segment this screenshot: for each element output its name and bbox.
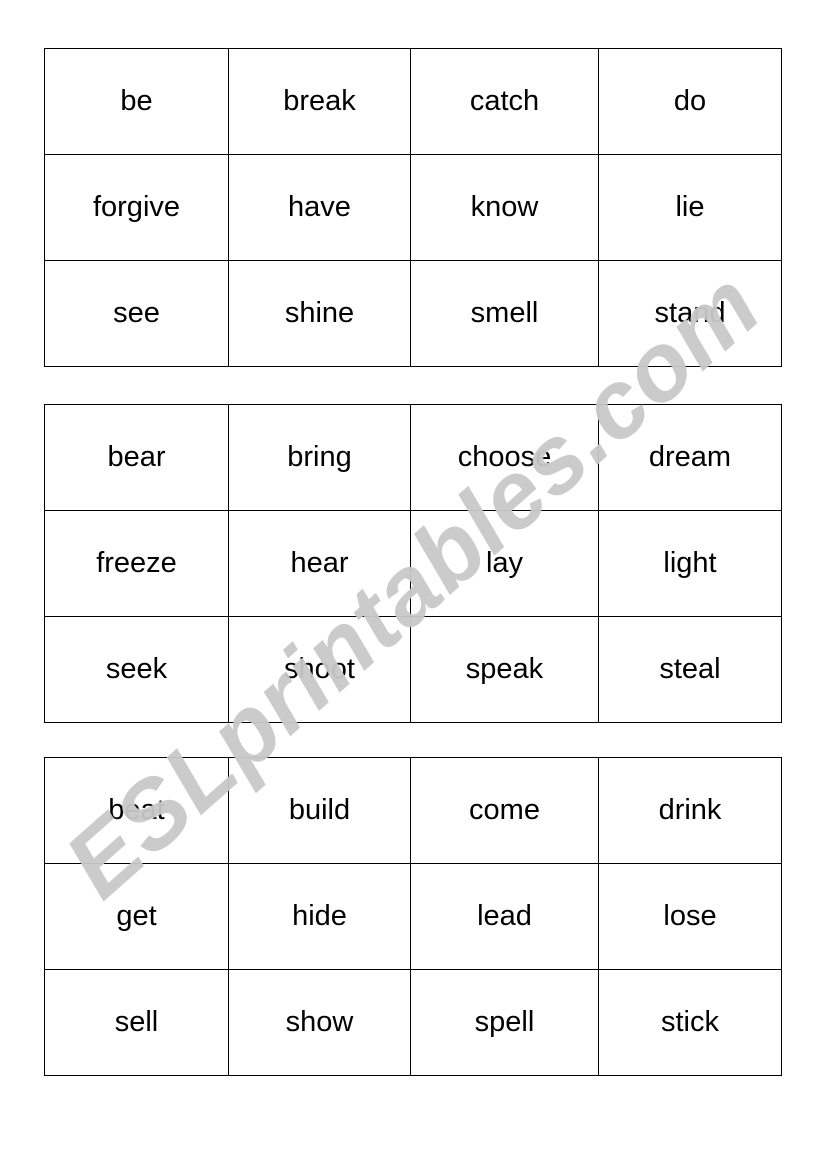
- verb-label: seek: [105, 652, 168, 685]
- verb-label: hear: [290, 546, 349, 579]
- verb-card[interactable]: light: [598, 510, 782, 617]
- verb-card[interactable]: spell: [410, 969, 599, 1076]
- verb-card[interactable]: stick: [598, 969, 782, 1076]
- verb-card[interactable]: choose: [410, 404, 599, 511]
- table-row: see shine smell stand: [44, 260, 782, 367]
- verb-label: stand: [654, 296, 726, 329]
- verb-label: freeze: [96, 546, 177, 579]
- verb-label: do: [673, 84, 707, 117]
- verb-card[interactable]: forgive: [44, 154, 229, 261]
- verb-card[interactable]: hide: [228, 863, 411, 970]
- verb-card[interactable]: show: [228, 969, 411, 1076]
- verb-label: see: [113, 296, 160, 329]
- verb-label: bring: [287, 440, 352, 473]
- verb-card[interactable]: break: [228, 48, 411, 155]
- verb-card[interactable]: seek: [44, 616, 229, 723]
- verb-card[interactable]: freeze: [44, 510, 229, 617]
- verb-label: lie: [675, 190, 705, 223]
- verb-card[interactable]: drink: [598, 757, 782, 864]
- verb-label: beat: [108, 793, 165, 826]
- verb-card[interactable]: shine: [228, 260, 411, 367]
- verb-label: know: [470, 190, 539, 223]
- verb-table-3: beat build come drink get hide lead lose…: [44, 757, 782, 1076]
- verb-card[interactable]: steal: [598, 616, 782, 723]
- verb-label: shoot: [284, 652, 355, 685]
- table-row: sell show spell stick: [44, 969, 782, 1076]
- verb-card[interactable]: build: [228, 757, 411, 864]
- verb-label: come: [469, 793, 540, 826]
- verb-label: forgive: [92, 190, 181, 223]
- verb-label: bear: [107, 440, 166, 473]
- verb-label: stick: [661, 1005, 719, 1038]
- verb-label: build: [288, 793, 351, 826]
- table-row: get hide lead lose: [44, 863, 782, 970]
- verb-table-2: bear bring choose dream freeze hear lay …: [44, 404, 782, 723]
- verb-card[interactable]: get: [44, 863, 229, 970]
- table-row: beat build come drink: [44, 757, 782, 864]
- verb-card[interactable]: bring: [228, 404, 411, 511]
- verb-label: smell: [470, 296, 539, 329]
- verb-label: break: [283, 84, 356, 117]
- verb-card[interactable]: smell: [410, 260, 599, 367]
- verb-card[interactable]: beat: [44, 757, 229, 864]
- verb-card[interactable]: shoot: [228, 616, 411, 723]
- verb-table-1: be break catch do forgive have know lie …: [44, 48, 782, 367]
- table-row: be break catch do: [44, 48, 782, 155]
- verb-card[interactable]: do: [598, 48, 782, 155]
- verb-card[interactable]: lead: [410, 863, 599, 970]
- verb-label: have: [288, 190, 351, 223]
- verb-card-sheet: be break catch do forgive have know lie …: [0, 0, 826, 1169]
- verb-label: hide: [292, 899, 347, 932]
- verb-card[interactable]: come: [410, 757, 599, 864]
- table-row: bear bring choose dream: [44, 404, 782, 511]
- table-row: forgive have know lie: [44, 154, 782, 261]
- verb-card[interactable]: catch: [410, 48, 599, 155]
- verb-card[interactable]: be: [44, 48, 229, 155]
- verb-label: lose: [663, 899, 717, 932]
- table-row: seek shoot speak steal: [44, 616, 782, 723]
- verb-label: speak: [465, 652, 544, 685]
- verb-label: sell: [114, 1005, 159, 1038]
- verb-label: be: [120, 84, 153, 117]
- verb-label: catch: [469, 84, 540, 117]
- verb-card[interactable]: lose: [598, 863, 782, 970]
- worksheet-page: be break catch do forgive have know lie …: [0, 0, 826, 1169]
- verb-label: show: [285, 1005, 354, 1038]
- verb-label: choose: [457, 440, 552, 473]
- verb-label: steal: [659, 652, 721, 685]
- verb-card[interactable]: know: [410, 154, 599, 261]
- verb-card[interactable]: dream: [598, 404, 782, 511]
- verb-card[interactable]: hear: [228, 510, 411, 617]
- verb-label: drink: [658, 793, 722, 826]
- verb-card[interactable]: see: [44, 260, 229, 367]
- verb-label: spell: [474, 1005, 535, 1038]
- verb-card[interactable]: sell: [44, 969, 229, 1076]
- verb-label: dream: [648, 440, 732, 473]
- verb-label: lead: [477, 899, 532, 932]
- verb-card[interactable]: lay: [410, 510, 599, 617]
- verb-card[interactable]: have: [228, 154, 411, 261]
- verb-card[interactable]: stand: [598, 260, 782, 367]
- verb-card[interactable]: bear: [44, 404, 229, 511]
- verb-card[interactable]: lie: [598, 154, 782, 261]
- verb-label: lay: [485, 546, 524, 579]
- verb-label: get: [116, 899, 157, 932]
- verb-label: shine: [284, 296, 355, 329]
- table-row: freeze hear lay light: [44, 510, 782, 617]
- verb-label: light: [663, 546, 717, 579]
- verb-card[interactable]: speak: [410, 616, 599, 723]
